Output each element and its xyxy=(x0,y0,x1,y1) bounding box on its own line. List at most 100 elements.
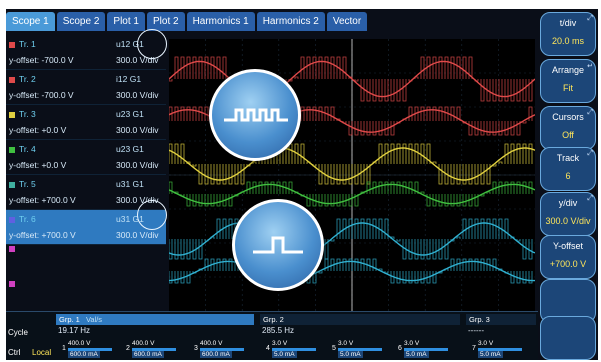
extra-trace-swatch[interactable] xyxy=(9,281,15,287)
return-icon: ↵ xyxy=(587,63,593,70)
channel-5-range[interactable]: 5 3.0 V 5.0 mA xyxy=(332,340,388,359)
extra-trace-swatch[interactable] xyxy=(9,246,15,252)
trace-color-swatch xyxy=(9,217,15,223)
trace-offset: y-offset: +0.0 V xyxy=(9,160,67,170)
voltage-range: 3.0 V xyxy=(478,340,494,347)
tab-scope-2[interactable]: Scope 2 xyxy=(56,12,106,31)
channel-2-range[interactable]: 2 400.0 V 600.0 mA xyxy=(126,340,182,359)
voltage-range: 400.0 V xyxy=(68,340,91,347)
trace-scale: 300.0 V/div xyxy=(116,160,159,170)
trace-color-swatch xyxy=(9,147,15,153)
group-1-header[interactable]: Grp. 1 Val/s xyxy=(56,314,254,325)
channel-number: 6 xyxy=(398,345,402,352)
group-title: Grp. 1 xyxy=(59,315,80,324)
button-value: Off xyxy=(562,130,574,140)
trace-name: Tr. 4 xyxy=(19,144,36,154)
channel-1-range[interactable]: 1 400.0 V 600.0 mA xyxy=(62,340,118,359)
pulse-train-icon xyxy=(209,69,301,161)
y-div-button[interactable]: ⤢ y/div 300.0 V/div xyxy=(540,192,596,236)
trace-name: Tr. 5 xyxy=(19,179,36,189)
softkey-panel: ⤢ t/div 20.0 ms ↵ Arrange Fit ⤢ Cursors … xyxy=(538,9,598,360)
trace-name: Tr. 1 xyxy=(19,39,36,49)
softkey-blank-2[interactable] xyxy=(540,316,596,360)
current-range: 5.0 mA xyxy=(478,351,503,358)
channel-number: 7 xyxy=(472,345,476,352)
y-offset-button[interactable]: Y-offset +700.0 V xyxy=(540,235,596,279)
status-bar: Cycle Ctrl Local Grp. 1 Val/s 19.17 Hz G… xyxy=(6,311,538,360)
group-3-value: ------ xyxy=(468,326,484,335)
timebase-button[interactable]: ⤢ t/div 20.0 ms xyxy=(540,12,596,56)
group-2-header[interactable]: Grp. 2 xyxy=(260,314,460,325)
trace-scale: 300.0 V/div xyxy=(116,125,159,135)
expand-icon: ⤢ xyxy=(587,150,593,157)
channel-number: 5 xyxy=(332,345,336,352)
cursors-button[interactable]: ⤢ Cursors Off xyxy=(540,106,596,150)
tab-scope-1[interactable]: Scope 1 xyxy=(6,12,55,31)
arrange-button[interactable]: ↵ Arrange Fit xyxy=(540,59,596,103)
step-pulse-icon xyxy=(232,199,324,291)
tab-vector[interactable]: Vector xyxy=(326,12,368,31)
group-2-value: 285.5 Hz xyxy=(262,326,295,335)
trace-color-swatch xyxy=(9,182,15,188)
trace-scale: 300.0 V/div xyxy=(116,90,159,100)
channel-4-range[interactable]: 4 3.0 V 5.0 mA xyxy=(266,340,322,359)
trace-row-4[interactable]: Tr. 4 u23 G1 y-offset: +0.0 V 300.0 V/di… xyxy=(6,140,166,175)
tab-harmonics-2[interactable]: Harmonics 2 xyxy=(256,12,325,31)
current-range: 600.0 mA xyxy=(132,351,164,358)
lens-highlight-icon xyxy=(137,200,167,230)
channel-number: 1 xyxy=(62,345,66,352)
voltage-range: 400.0 V xyxy=(132,340,155,347)
track-button[interactable]: ⤢ Track 6 xyxy=(540,147,596,191)
current-range: 5.0 mA xyxy=(338,351,363,358)
trace-offset: y-offset: +700.0 V xyxy=(9,195,76,205)
trace-row-3[interactable]: Tr. 3 u23 G1 y-offset: +0.0 V 300.0 V/di… xyxy=(6,105,166,140)
channel-3-range[interactable]: 3 400.0 V 600.0 mA xyxy=(194,340,250,359)
pwm-trace-4 xyxy=(169,181,533,207)
trace-color-swatch xyxy=(9,77,15,83)
trace-offset: y-offset: +0.0 V xyxy=(9,125,67,135)
trace-offset: y-offset: -700.0 V xyxy=(9,55,74,65)
trace-signal: i12 G1 xyxy=(116,74,142,84)
voltage-range: 3.0 V xyxy=(338,340,354,347)
oscilloscope-screen: Scope 1 Scope 2 Plot 1 Plot 2 Harmonics … xyxy=(6,9,598,360)
button-value: 6 xyxy=(565,171,571,181)
group-3-header[interactable]: Grp. 3 xyxy=(466,314,536,325)
trace-color-swatch xyxy=(9,112,15,118)
group-title: Grp. 3 xyxy=(469,315,490,324)
voltage-range: 3.0 V xyxy=(272,340,288,347)
group-1-value: 19.17 Hz xyxy=(58,326,91,335)
channel-number: 3 xyxy=(194,345,198,352)
cycle-label: Cycle xyxy=(8,328,29,337)
tab-plot-1[interactable]: Plot 1 xyxy=(107,12,145,31)
local-label: Local xyxy=(32,348,52,357)
trace-signal: u23 G1 xyxy=(116,144,144,154)
button-value: Fit xyxy=(563,83,573,93)
channel-6-range[interactable]: 6 3.0 V 5.0 mA xyxy=(398,340,454,359)
trace-name: Tr. 2 xyxy=(19,74,36,84)
group-title: Grp. 2 xyxy=(263,315,284,324)
tab-harmonics-1[interactable]: Harmonics 1 xyxy=(186,12,255,31)
current-range: 600.0 mA xyxy=(68,351,100,358)
button-value: 300.0 V/div xyxy=(545,216,591,226)
expand-icon: ⤢ xyxy=(587,109,593,116)
button-label: Y-offset xyxy=(552,241,584,251)
channel-7-range[interactable]: 7 3.0 V 5.0 mA xyxy=(472,340,528,359)
expand-icon: ⤢ xyxy=(587,195,593,202)
pwm-trace-6 xyxy=(169,258,533,284)
channel-number: 4 xyxy=(266,345,270,352)
button-value: +700.0 V xyxy=(549,259,587,269)
ctrl-label: Ctrl xyxy=(8,348,21,357)
trace-scale: 300.0 V/div xyxy=(116,230,159,240)
trace-signal: u31 G1 xyxy=(116,179,144,189)
trace-signal: u23 G1 xyxy=(116,109,144,119)
trace-row-2[interactable]: Tr. 2 i12 G1 y-offset: -700.0 V 300.0 V/… xyxy=(6,70,166,105)
trace-name: Tr. 3 xyxy=(19,109,36,119)
voltage-range: 3.0 V xyxy=(404,340,420,347)
trace-offset: y-offset: -700.0 V xyxy=(9,90,74,100)
trace-name: Tr. 6 xyxy=(19,214,36,224)
voltage-range: 400.0 V xyxy=(200,340,223,347)
channel-number: 2 xyxy=(126,345,130,352)
current-range: 600.0 mA xyxy=(200,351,232,358)
group-sub: Val/s xyxy=(85,315,103,324)
trace-offset: y-offset: +700.0 V xyxy=(9,230,76,240)
